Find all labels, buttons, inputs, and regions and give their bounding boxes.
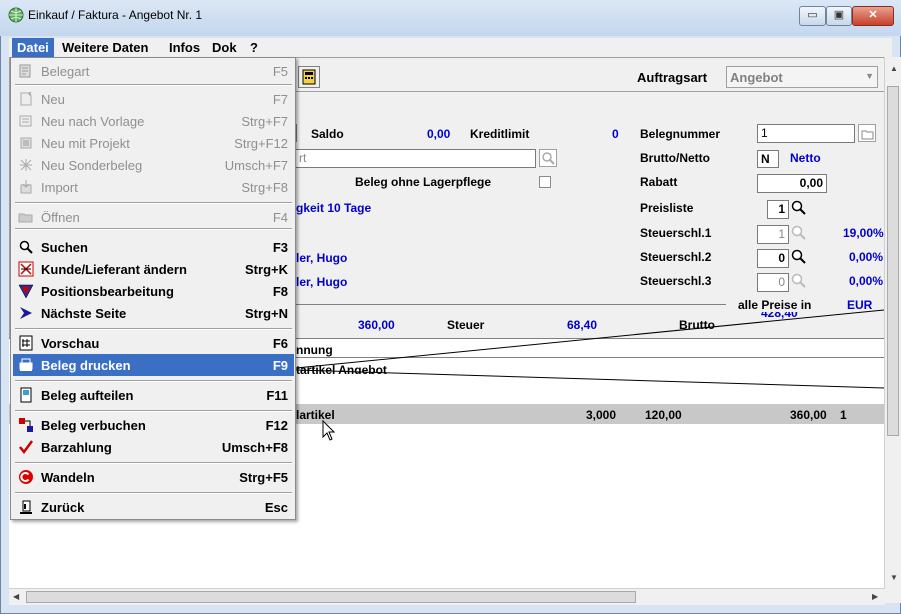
scroll-down-icon[interactable]: ▼ [890,573,898,582]
menu-item-wandeln[interactable]: Wandeln Strg+F5 [13,466,294,488]
menu-item-label: Neu nach Vorlage [41,114,145,129]
menu-item-beleg-verbuchen[interactable]: Beleg verbuchen F12 [13,414,294,436]
menu-item-neu-nach-vorlage[interactable]: Neu nach Vorlage Strg+F7 [13,110,294,132]
menu-separator [15,228,292,230]
menu-item-label: Positionsbearbeitung [41,284,174,299]
menu-item-beleg-drucken[interactable]: Beleg drucken F9 [13,354,294,376]
menu-item-label: Import [41,180,78,195]
split-icon [18,387,34,403]
scroll-right-icon[interactable]: ▶ [872,592,878,601]
preview-icon [18,335,34,351]
menu-item-shortcut: Strg+F8 [241,180,288,195]
menu-item-neu[interactable]: Neu F7 [13,88,294,110]
menu-item-neu-sonderbeleg[interactable]: Neu Sonderbeleg Umsch+F7 [13,154,294,176]
arrow-right-icon [18,305,34,321]
menu-item-positionsbearbeitung[interactable]: Positionsbearbeitung F8 [13,280,294,302]
scroll-left-icon[interactable]: ◀ [13,592,19,601]
menu-item-shortcut: Strg+N [245,306,288,321]
menu-item-belegart[interactable]: Belegart F5 [13,60,294,82]
menu-item-shortcut: Strg+K [245,262,288,277]
project-icon [18,135,34,151]
import-icon [18,179,34,195]
menu-item-shortcut: F9 [272,358,288,373]
menu-item-kunde-lieferant-ändern[interactable]: Kunde/Lieferant ändern Strg+K [13,258,294,280]
menu-item-barzahlung[interactable]: Barzahlung Umsch+F8 [13,436,294,458]
menu-item-label: Zurück [41,500,85,515]
menu-item-shortcut: F7 [272,92,288,107]
menu-item-shortcut: F5 [272,64,288,79]
menu-item-nächste-seite[interactable]: Nächste Seite Strg+N [13,302,294,324]
menu-item-shortcut: F6 [272,336,288,351]
menu-item-label: Vorschau [41,336,100,351]
menu-item-neu-mit-projekt[interactable]: Neu mit Projekt Strg+F12 [13,132,294,154]
menu-item-beleg-aufteilen[interactable]: Beleg aufteilen F11 [13,384,294,406]
menu-item-shortcut: Esc [264,500,288,515]
menu-item-label: Barzahlung [41,440,112,455]
menu-item-shortcut: F4 [272,210,288,225]
menu-separator [15,462,292,464]
menu-item-shortcut: F11 [266,388,288,403]
menu-separator [15,328,292,330]
menu-item-label: Beleg verbuchen [41,418,146,433]
menu-item-shortcut: Umsch+F7 [224,158,288,173]
menu-item-label: Belegart [41,64,90,79]
menu-item-vorschau[interactable]: Vorschau F6 [13,332,294,354]
menu-item-label: Kunde/Lieferant ändern [41,262,187,277]
menu-item-shortcut: F12 [265,418,288,433]
menu-item-label: Wandeln [41,470,95,485]
document-type-icon [18,63,34,79]
menu-item-label: Suchen [41,240,88,255]
printer-icon [18,357,34,373]
menu-item-öffnen[interactable]: Öffnen F4 [13,206,294,228]
menu-item-label: Neu [41,92,65,107]
new-document-icon [18,91,34,107]
customer-change-icon [18,261,34,277]
menu-item-suchen[interactable]: Suchen F3 [13,236,294,258]
callout-line-2 [295,309,885,369]
scroll-up-icon[interactable]: ▲ [890,64,898,73]
menu-item-label: Beleg aufteilen [41,388,134,403]
menu-item-label: Öffnen [41,210,80,225]
search-icon [18,239,34,255]
menu-item-label: Nächste Seite [41,306,127,321]
menu-item-shortcut: Strg+F7 [241,114,288,129]
menu-item-shortcut: F3 [272,240,288,255]
template-icon [18,113,34,129]
menu-separator [15,380,292,382]
menu-item-label: Beleg drucken [41,358,131,373]
menu-item-label: Neu Sonderbeleg [41,158,143,173]
menu-item-import[interactable]: Import Strg+F8 [13,176,294,198]
mouse-cursor-icon [322,420,336,441]
menu-separator [15,410,292,412]
folder-open-icon [18,209,34,225]
convert-icon [18,469,34,485]
callout-line-1 [295,369,885,389]
back-icon [18,499,34,515]
funnel-icon [18,283,34,299]
menu-separator [15,492,292,494]
menu-separator [15,202,292,204]
menu-item-shortcut: Umsch+F8 [221,440,288,455]
special-document-icon [18,157,34,173]
menu-item-zurück[interactable]: Zurück Esc [13,496,294,518]
horizontal-scroll-thumb[interactable] [26,591,636,603]
post-document-icon [18,417,34,433]
menu-item-label: Neu mit Projekt [41,136,130,151]
menu-separator [15,84,292,86]
datei-menu-dropdown: Belegart F5 Neu F7 Neu nach Vorlage Strg+F7 Ne… [10,57,296,520]
vertical-scroll-thumb[interactable] [887,86,899,436]
menu-item-shortcut: Strg+F12 [234,136,288,151]
checkmark-icon [18,439,34,455]
menu-item-shortcut: F8 [272,284,288,299]
menu-item-shortcut: Strg+F5 [239,470,288,485]
